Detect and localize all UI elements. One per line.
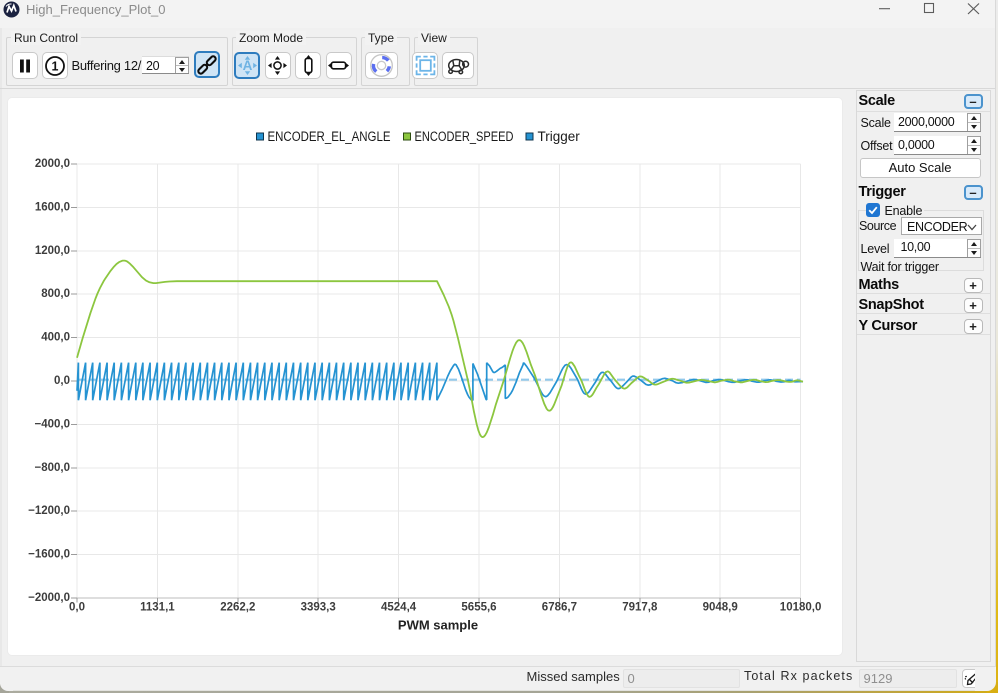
svg-text:2000,0: 2000,0 <box>35 158 70 170</box>
svg-text:10180,0: 10180,0 <box>780 601 822 613</box>
svg-text:ENCODER_SPEED: ENCODER_SPEED <box>415 129 514 144</box>
svg-text:9048,9: 9048,9 <box>703 601 738 613</box>
svg-text:4524,4: 4524,4 <box>381 601 417 613</box>
svg-text:A: A <box>242 58 252 73</box>
svg-text:−1600,0: −1600,0 <box>28 548 70 560</box>
svg-text:2262,2: 2262,2 <box>220 601 255 613</box>
svg-text:Trigger: Trigger <box>538 129 581 144</box>
svg-text:0,0: 0,0 <box>54 375 70 387</box>
svg-text:ENCODER_EL_ANGLE: ENCODER_EL_ANGLE <box>268 129 391 144</box>
svg-text:5655,6: 5655,6 <box>461 601 496 613</box>
svg-text:−800,0: −800,0 <box>35 461 71 473</box>
svg-text:400,0: 400,0 <box>41 331 70 343</box>
svg-text:0,0: 0,0 <box>69 601 85 613</box>
svg-text:800,0: 800,0 <box>41 288 70 300</box>
svg-text:1: 1 <box>52 59 59 73</box>
svg-text:−1200,0: −1200,0 <box>28 505 70 517</box>
svg-text:7917,8: 7917,8 <box>622 601 658 613</box>
svg-text:−2000,0: −2000,0 <box>28 592 70 604</box>
svg-text:PWM sample: PWM sample <box>398 617 478 632</box>
svg-text:1200,0: 1200,0 <box>35 244 70 256</box>
svg-text:1131,1: 1131,1 <box>140 601 175 613</box>
svg-text:1600,0: 1600,0 <box>35 201 70 213</box>
svg-text:6786,7: 6786,7 <box>542 601 577 613</box>
svg-text:−400,0: −400,0 <box>35 418 71 430</box>
svg-text:3393,3: 3393,3 <box>301 601 336 613</box>
